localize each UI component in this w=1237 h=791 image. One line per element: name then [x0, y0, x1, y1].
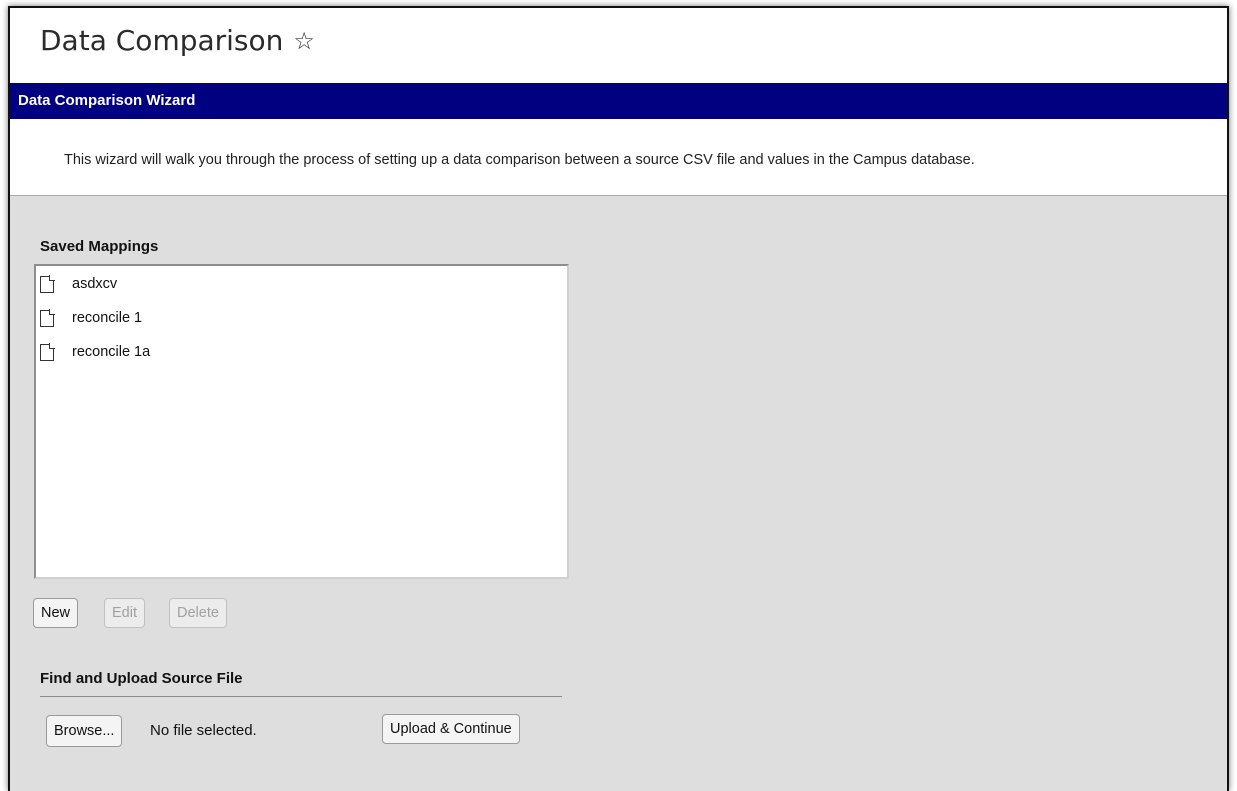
page-header: Data Comparison ☆: [10, 8, 1227, 83]
wizard-header: Data Comparison Wizard: [10, 83, 1227, 119]
list-item[interactable]: reconcile 1a: [40, 339, 150, 365]
browse-button[interactable]: Browse...: [46, 715, 123, 747]
document-icon: [40, 308, 55, 327]
document-icon: [40, 274, 55, 293]
saved-mappings-label: Saved Mappings: [40, 238, 159, 255]
list-item[interactable]: asdxcv: [40, 271, 117, 297]
wizard-intro-text: This wizard will walk you through the pr…: [64, 152, 975, 168]
upload-section-label: Find and Upload Source File: [40, 670, 243, 687]
edit-button[interactable]: Edit: [104, 598, 145, 628]
list-item-label: reconcile 1a: [72, 344, 151, 360]
saved-mappings-list[interactable]: asdxcv reconcile 1 reconcile 1a: [34, 264, 569, 579]
list-item-label: reconcile 1: [72, 310, 143, 326]
upload-continue-button[interactable]: Upload & Continue: [382, 714, 520, 744]
wizard-intro: This wizard will walk you through the pr…: [10, 119, 1227, 196]
page-title-text: Data Comparison: [40, 24, 284, 57]
list-item[interactable]: reconcile 1: [40, 305, 142, 331]
app-frame: Data Comparison ☆ Data Comparison Wizard…: [8, 6, 1229, 791]
page-title: Data Comparison ☆: [40, 24, 315, 57]
document-icon: [40, 342, 55, 361]
new-button[interactable]: New: [33, 598, 79, 628]
section-divider: [40, 696, 562, 697]
file-status: No file selected.: [150, 722, 257, 739]
delete-button[interactable]: Delete: [169, 598, 227, 628]
star-icon[interactable]: ☆: [293, 29, 315, 53]
list-item-label: asdxcv: [72, 276, 118, 292]
